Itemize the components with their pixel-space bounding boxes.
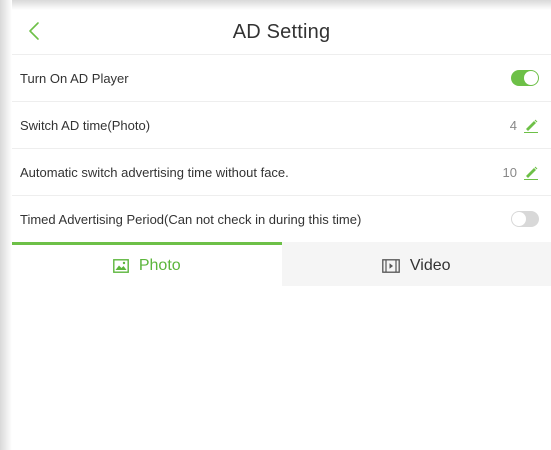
ad-player-toggle[interactable] bbox=[511, 70, 539, 86]
setting-label: Switch AD time(Photo) bbox=[20, 117, 151, 133]
image-icon bbox=[112, 258, 129, 273]
setting-label: Automatic switch advertising time withou… bbox=[20, 164, 289, 180]
setting-value: 4 bbox=[509, 117, 517, 133]
toggle-knob bbox=[512, 212, 526, 226]
media-tabs: Photo Video bbox=[12, 242, 551, 286]
setting-row-switch-ad-time[interactable]: Switch AD time(Photo) 4 bbox=[12, 102, 551, 149]
pencil-icon[interactable] bbox=[523, 117, 539, 133]
frame-shadow-top bbox=[0, 0, 551, 10]
chevron-left-icon bbox=[29, 22, 39, 40]
tab-video[interactable]: Video bbox=[281, 242, 551, 286]
film-icon bbox=[382, 258, 400, 273]
toggle-knob bbox=[524, 71, 538, 85]
tab-video-label: Video bbox=[409, 256, 451, 274]
setting-value: 10 bbox=[502, 164, 517, 180]
frame-shadow-left bbox=[0, 0, 12, 450]
setting-row-turn-on-ad-player[interactable]: Turn On AD Player bbox=[12, 55, 551, 102]
tab-content-area bbox=[12, 286, 551, 436]
settings-panel: AD Setting Turn On AD Player Switch AD t… bbox=[12, 10, 551, 450]
timed-advertising-toggle[interactable] bbox=[511, 211, 539, 227]
back-button[interactable] bbox=[20, 14, 48, 48]
setting-row-auto-switch-time[interactable]: Automatic switch advertising time withou… bbox=[12, 149, 551, 196]
page-title: AD Setting bbox=[232, 20, 331, 43]
tab-photo[interactable]: Photo bbox=[12, 242, 282, 286]
ad-setting-screen: AD Setting Turn On AD Player Switch AD t… bbox=[0, 0, 551, 450]
setting-label: Timed Advertising Period(Can not check i… bbox=[20, 211, 362, 227]
header-bar: AD Setting bbox=[12, 10, 551, 55]
pencil-icon[interactable] bbox=[523, 164, 539, 180]
tab-photo-label: Photo bbox=[138, 256, 181, 274]
setting-label: Turn On AD Player bbox=[20, 70, 129, 86]
setting-row-timed-advertising-period[interactable]: Timed Advertising Period(Can not check i… bbox=[12, 196, 551, 242]
